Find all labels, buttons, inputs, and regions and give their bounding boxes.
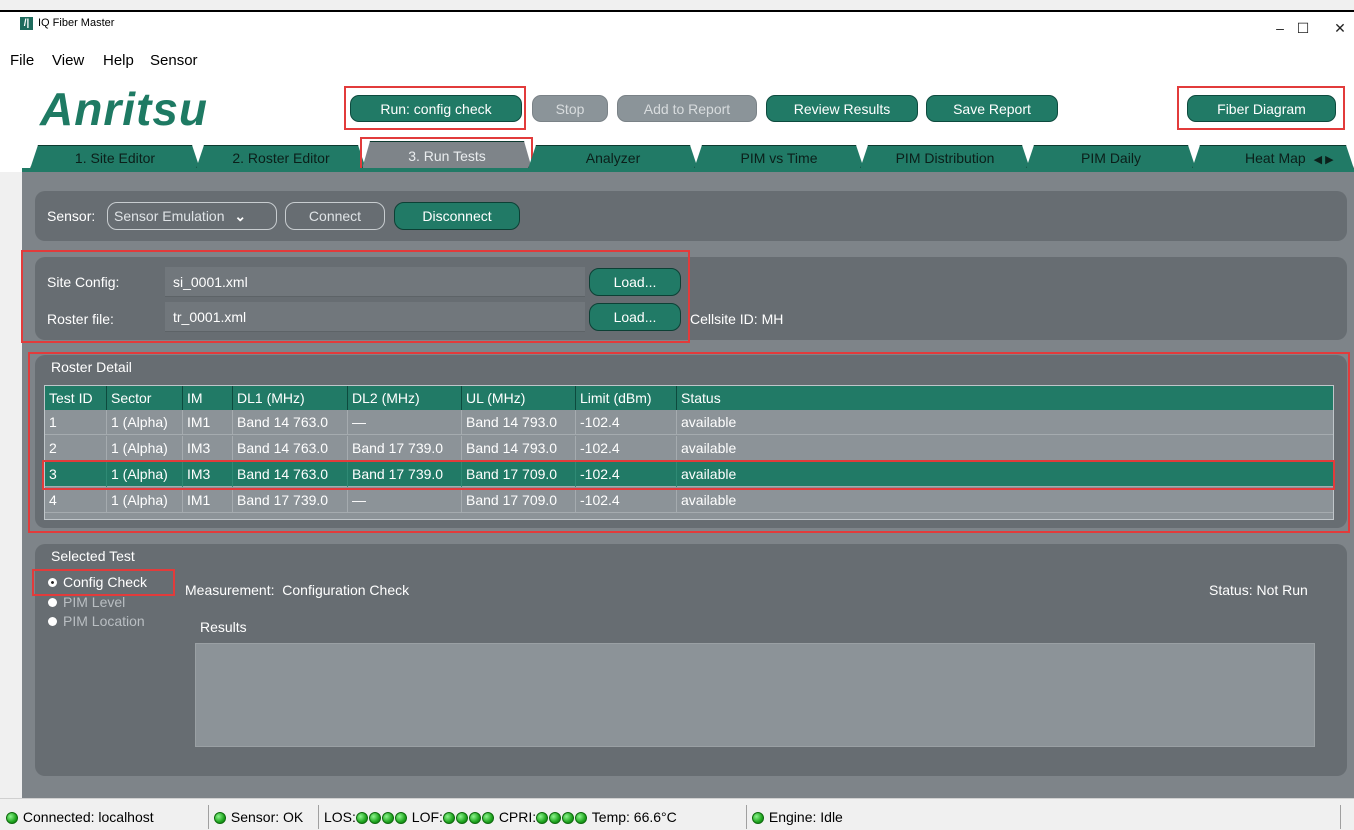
led-green-icon	[394, 812, 407, 824]
radio-icon	[48, 617, 57, 626]
sensor-label: Sensor:	[47, 208, 96, 224]
title-bar	[0, 12, 1354, 48]
tab-heat-map[interactable]: Heat Map ◀ ▶	[1192, 145, 1354, 169]
results-label: Results	[200, 619, 247, 635]
app-window: /| IQ Fiber Master – ☐ ✕ File View Help …	[0, 0, 1354, 830]
highlight-fiber-diagram	[1177, 86, 1345, 130]
maximize-icon[interactable]: ☐	[1288, 20, 1318, 37]
led-green-icon	[549, 812, 562, 824]
led-green-icon	[6, 812, 18, 824]
highlight-roster	[28, 352, 1350, 533]
led-green-icon	[481, 812, 494, 824]
tab-analyzer[interactable]: Analyzer	[528, 145, 698, 169]
led-green-icon	[455, 812, 468, 824]
highlight-config	[21, 250, 690, 343]
menu-bar	[0, 48, 1354, 72]
status-connected-text: Connected: localhost	[22, 809, 154, 825]
status-bar	[0, 798, 1354, 830]
review-results-button[interactable]: Review Results	[766, 95, 918, 122]
status-divider	[746, 805, 747, 829]
window-title: IQ Fiber Master	[38, 17, 115, 29]
add-to-report-button[interactable]: Add to Report	[617, 95, 757, 122]
led-green-icon	[575, 812, 588, 824]
close-icon[interactable]: ✕	[1325, 20, 1354, 37]
lof-label: LOF:	[411, 809, 443, 825]
menu-view[interactable]: View	[52, 52, 84, 69]
status-divider	[208, 805, 209, 829]
sensor-select[interactable]: Sensor Emulation ⌄	[107, 202, 277, 230]
led-green-icon	[368, 812, 381, 824]
tab-site-editor[interactable]: 1. Site Editor	[30, 145, 200, 169]
tab-heat-map-label: Heat Map	[1245, 150, 1306, 166]
los-label: LOS:	[324, 809, 356, 825]
radio-pim-location[interactable]: PIM Location	[48, 613, 145, 629]
selected-test-title: Selected Test	[51, 548, 135, 564]
tab-pim-distribution[interactable]: PIM Distribution	[860, 145, 1030, 169]
test-status: Status: Not Run	[1209, 582, 1308, 598]
save-report-button[interactable]: Save Report	[926, 95, 1058, 122]
chevron-down-icon: ⌄	[234, 208, 247, 224]
radio-pim-level[interactable]: PIM Level	[48, 594, 125, 610]
led-green-icon	[381, 812, 394, 824]
tab-scroll-icon[interactable]: ◀ ▶	[1314, 154, 1334, 166]
measurement-label: Measurement: Configuration Check	[185, 582, 410, 598]
anritsu-logo: Anritsu	[40, 83, 208, 135]
connect-button[interactable]: Connect	[285, 202, 385, 230]
tab-pim-daily[interactable]: PIM Daily	[1026, 145, 1196, 169]
temp-readout: Temp: 66.6°C	[591, 809, 677, 825]
stop-button[interactable]: Stop	[532, 95, 608, 122]
radio-pim-level-label: PIM Level	[63, 594, 126, 610]
cpri-label: CPRI:	[498, 809, 537, 825]
status-divider	[1340, 805, 1341, 829]
status-sensor-text: Sensor: OK	[230, 809, 304, 825]
led-green-icon	[355, 812, 368, 824]
status-divider	[318, 805, 319, 829]
radio-pim-location-label: PIM Location	[63, 613, 145, 629]
status-links: LOS: LOF: CPRI: Temp: 66.6°C	[324, 806, 677, 828]
app-logo-icon: /|	[20, 17, 33, 30]
highlight-run-button	[344, 86, 526, 130]
tab-pim-vs-time[interactable]: PIM vs Time	[694, 145, 864, 169]
menu-file[interactable]: File	[10, 52, 34, 69]
radio-icon	[48, 598, 57, 607]
led-green-icon	[442, 812, 455, 824]
menu-help[interactable]: Help	[103, 52, 134, 69]
menu-sensor[interactable]: Sensor	[150, 52, 198, 69]
disconnect-button[interactable]: Disconnect	[394, 202, 520, 230]
status-connected: Connected: localhost	[6, 806, 154, 828]
led-green-icon	[752, 812, 764, 824]
sensor-select-value: Sensor Emulation	[114, 208, 225, 224]
results-area[interactable]	[195, 643, 1315, 747]
status-sensor: Sensor: OK	[214, 806, 303, 828]
led-green-icon	[214, 812, 226, 824]
status-engine-text: Engine: Idle	[768, 809, 843, 825]
highlight-config-check	[32, 569, 175, 596]
status-engine: Engine: Idle	[752, 806, 843, 828]
tab-roster-editor[interactable]: 2. Roster Editor	[196, 145, 366, 169]
led-green-icon	[536, 812, 549, 824]
led-green-icon	[562, 812, 575, 824]
led-green-icon	[468, 812, 481, 824]
cellsite-id: Cellsite ID: MH	[690, 311, 784, 327]
